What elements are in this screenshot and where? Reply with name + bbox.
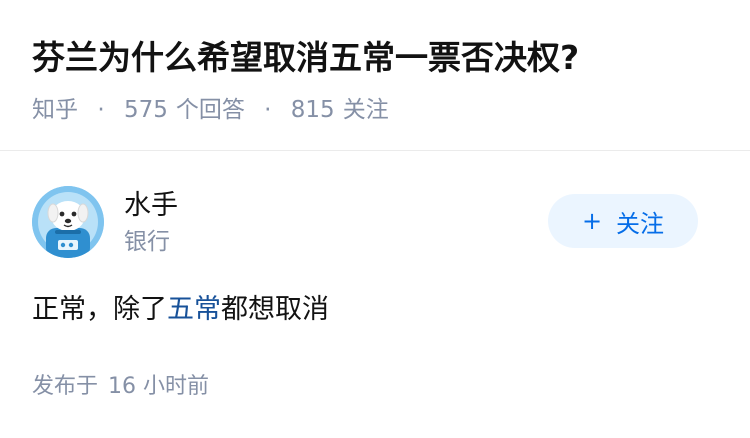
question-meta: 知乎 · 575 个回答 · 815 关注 xyxy=(32,95,389,125)
site-name[interactable]: 知乎 xyxy=(32,97,78,123)
author-bio: 银行 xyxy=(124,229,170,255)
author-name[interactable]: 水手 xyxy=(124,188,178,224)
cartoon-dog-astronaut-avatar-icon xyxy=(32,186,104,258)
answers-count: 575 xyxy=(123,97,168,123)
avatar[interactable] xyxy=(32,186,104,258)
plus-icon: + xyxy=(581,207,603,235)
answer-text-before: 正常，除了 xyxy=(32,294,167,325)
meta-separator: · xyxy=(264,97,272,123)
follow-label: 关注 xyxy=(616,209,665,238)
question-header: 芬兰为什么希望取消五常一票否决权? 知乎 · 575 个回答 · 815 关注 xyxy=(0,0,750,151)
published-label: 发布于 xyxy=(32,374,99,399)
meta-separator: · xyxy=(97,97,105,123)
answers-label: 个回答 xyxy=(175,97,245,123)
keyword-link[interactable]: 五常 xyxy=(167,294,221,325)
answer-text-after: 都想取消 xyxy=(221,294,329,325)
followers-count: 815 xyxy=(290,97,335,123)
author-info: 水手 银行 + 关注 xyxy=(32,186,718,266)
follow-button[interactable]: + 关注 xyxy=(548,194,698,248)
answer-content: 正常，除了五常都想取消 xyxy=(32,290,329,330)
published-time: 16 小时前 xyxy=(108,374,210,399)
followers-label: 关注 xyxy=(342,97,389,123)
question-title[interactable]: 芬兰为什么希望取消五常一票否决权? xyxy=(32,36,579,80)
answer-time: 发布于 16 小时前 xyxy=(32,372,209,402)
